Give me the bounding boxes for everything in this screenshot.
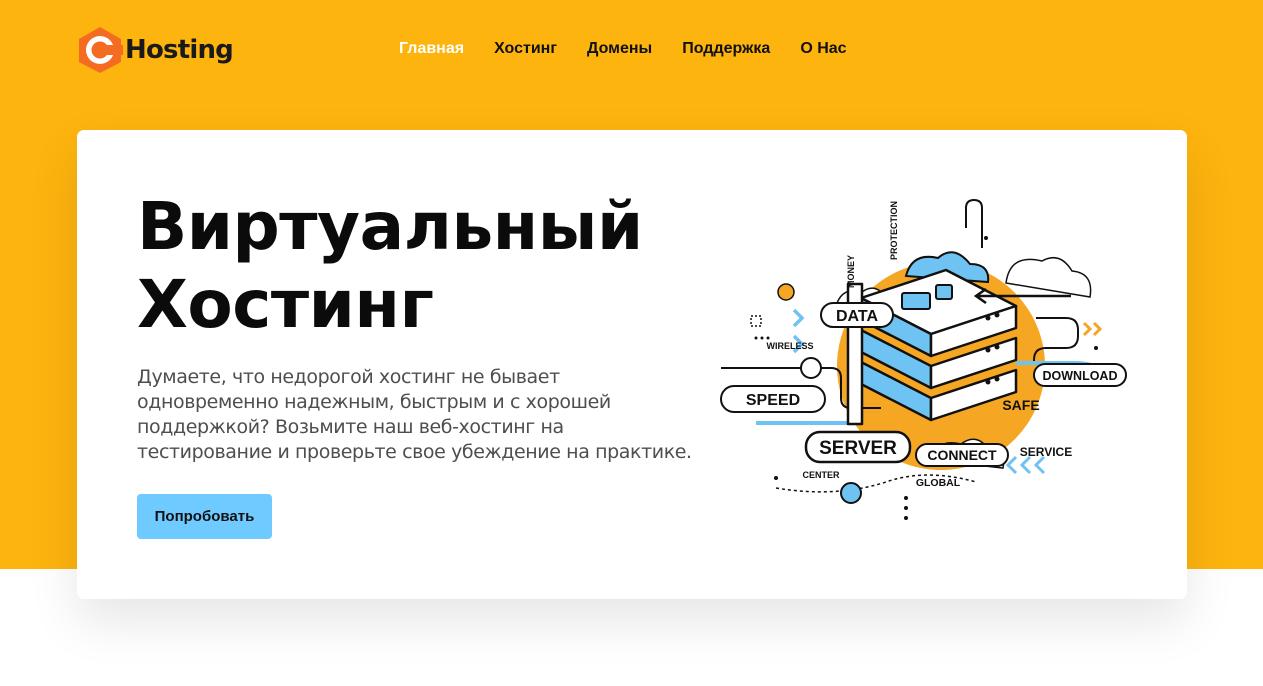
nav-item-home[interactable]: Главная <box>399 40 464 58</box>
pipe-top <box>965 198 983 248</box>
safe-label: SAFE <box>1002 397 1039 413</box>
hero-title: Виртуальный Хостинг <box>137 188 777 344</box>
speed-label: SPEED <box>746 392 800 409</box>
chat-bubble-icon <box>901 292 931 310</box>
hero-description-line-3: поддержкой? Возьмите наш веб-хостинг на <box>137 416 564 438</box>
nav-item-domains[interactable]: Домены <box>587 40 652 58</box>
speed-gauge-icon <box>800 357 822 379</box>
server-label: SERVER <box>819 438 897 459</box>
hero-description: Думаете, что недорогой хостинг не бывает… <box>137 365 717 465</box>
protection-label: PROTECTION <box>889 201 899 260</box>
hero-title-line-2: Хостинг <box>137 266 434 343</box>
hero-description-line-1: Думаете, что недорогой хостинг не бывает <box>137 366 560 388</box>
logo-text: Hosting <box>125 35 234 65</box>
chevrons-orange-icon <box>1082 321 1103 337</box>
decorative-square <box>750 315 762 327</box>
download-label: DOWNLOAD <box>1043 369 1118 383</box>
global-label: GLOBAL <box>916 477 961 489</box>
wireless-label: WIRELESS <box>766 341 813 351</box>
cloud-right-shape <box>1005 256 1092 298</box>
check-box-icon <box>935 284 953 300</box>
connect-label: CONNECT <box>927 447 997 463</box>
logo-link[interactable]: Hosting <box>77 26 234 74</box>
orange-dot <box>777 283 795 301</box>
hosting-illustration: DATA SPEED SERVER CONNECT DOWNLOAD SAFE … <box>720 198 1127 520</box>
target-icon <box>840 482 862 504</box>
hero-description-line-4: тестирование и проверьте свое убеждение … <box>137 441 692 463</box>
hero-title-line-1: Виртуальный <box>137 188 643 265</box>
logo-icon <box>79 27 123 73</box>
service-label: SERVICE <box>1020 445 1072 459</box>
money-label: MONEY <box>846 255 856 288</box>
nav-item-about[interactable]: О Нас <box>800 40 846 58</box>
hero-description-line-2: одновременно надежным, быстрым и с хорош… <box>137 391 611 413</box>
nav-item-hosting[interactable]: Хостинг <box>494 40 557 58</box>
main-nav: Главная Хостинг Домены Поддержка О Нас <box>399 40 847 58</box>
try-button[interactable]: Попробовать <box>137 494 272 539</box>
center-label: CENTER <box>802 470 840 480</box>
nav-item-support[interactable]: Поддержка <box>682 40 770 58</box>
hero-card: Виртуальный Хостинг Думаете, что недорог… <box>77 130 1187 599</box>
chevrons-left-icon <box>1005 455 1046 475</box>
data-label: DATA <box>836 308 879 325</box>
